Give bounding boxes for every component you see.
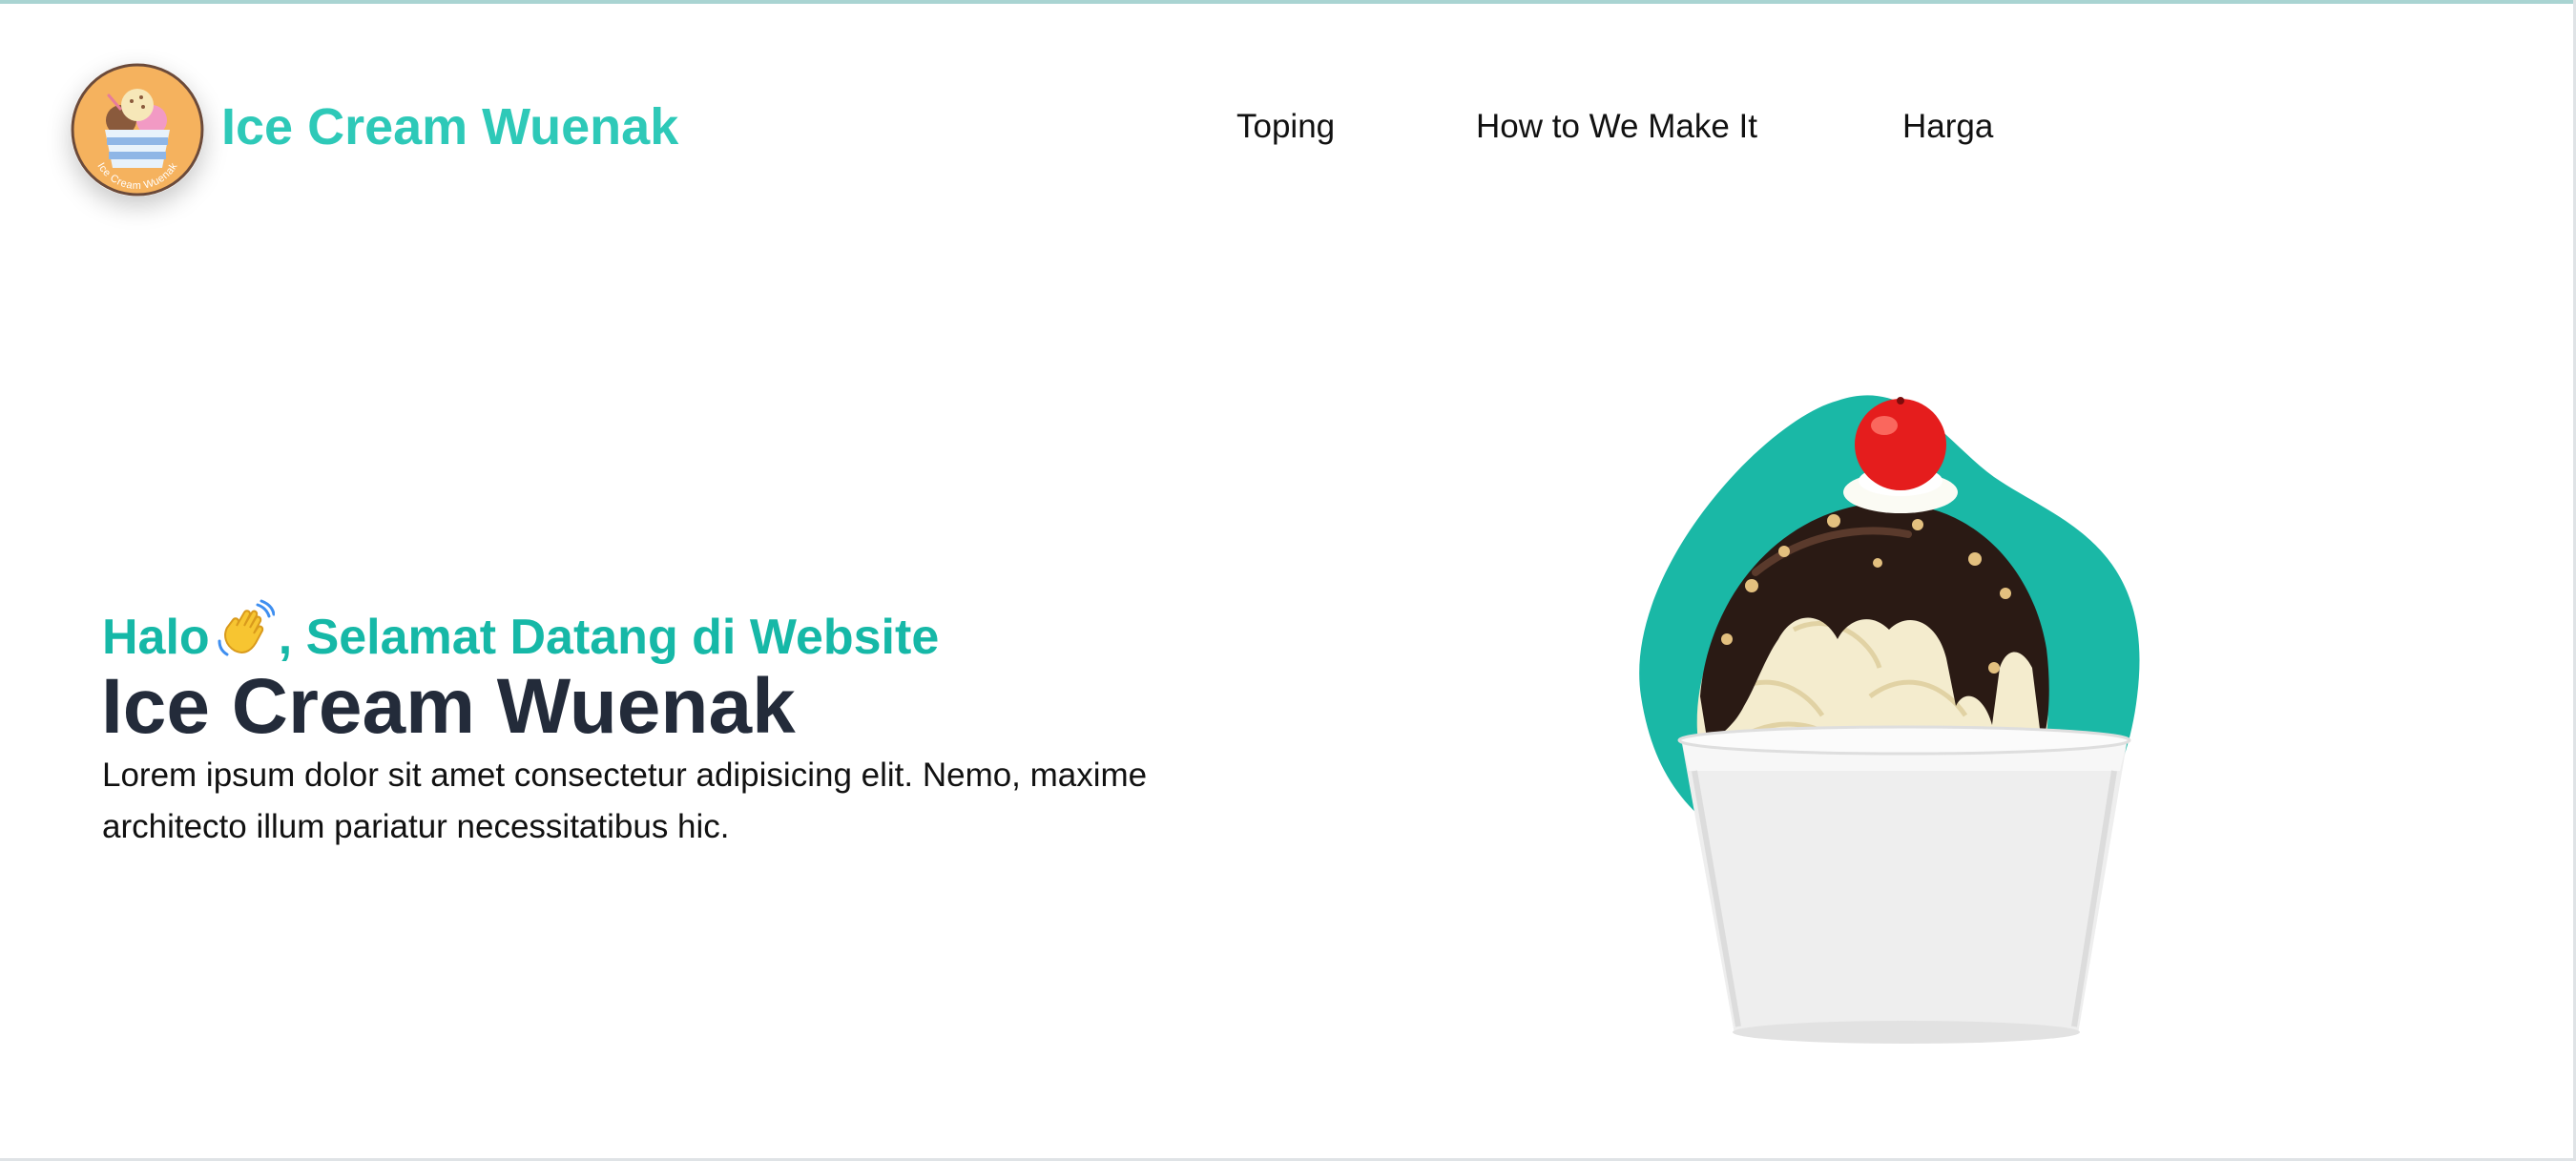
top-border (0, 0, 2576, 4)
ice-cream-sundae-cup (1622, 382, 2156, 1049)
nav-link-how-to-make[interactable]: How to We Make It (1476, 103, 1757, 151)
nav-link-toping[interactable]: Toping (1236, 103, 1335, 151)
brand-name[interactable]: Ice Cream Wuenak (221, 93, 678, 160)
nav-link-harga[interactable]: Harga (1902, 103, 1993, 151)
ice-cream-logo-icon[interactable]: Ice Cream Wuenak (71, 63, 204, 197)
greeting-welcome: , Selamat Datang di Website (278, 610, 940, 665)
hero-description: Lorem ipsum dolor sit amet consectetur a… (102, 757, 1148, 845)
greeting-hello: Halo (102, 610, 210, 665)
hero-title: Ice Cream Wuenak (101, 663, 796, 750)
